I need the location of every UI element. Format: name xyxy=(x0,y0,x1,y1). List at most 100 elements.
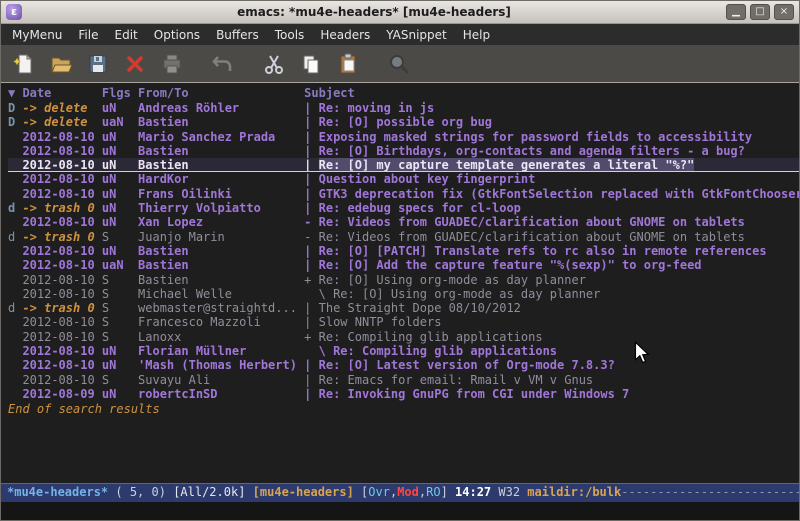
message-flags: uN xyxy=(102,101,138,115)
mark-action: -> trash 0 xyxy=(22,230,101,244)
new-file-button[interactable] xyxy=(9,49,39,79)
menu-tools[interactable]: Tools xyxy=(267,26,313,44)
modeline-segment: ----------------------------------------… xyxy=(621,485,799,499)
paste-button[interactable] xyxy=(333,49,363,79)
message-row[interactable]: 2012-08-10uNBastien| Re: [O] my capture … xyxy=(8,158,799,172)
mark-char: D xyxy=(8,101,22,115)
menu-yasnippet[interactable]: YASnippet xyxy=(378,26,455,44)
menu-help[interactable]: Help xyxy=(455,26,498,44)
cut-button[interactable] xyxy=(259,49,289,79)
mark-char xyxy=(8,273,22,287)
message-row[interactable]: d-> trash 0Swebmaster@straightd...| The … xyxy=(8,301,799,315)
message-subject: | Re: [O] Birthdays, org-contacts and ag… xyxy=(304,144,799,158)
message-flags: uN xyxy=(102,130,138,144)
message-flags: uN xyxy=(102,215,138,229)
message-from: Juanjo Marin xyxy=(138,230,304,244)
mark-char: d xyxy=(8,301,22,315)
message-row[interactable]: 2012-08-10uNFlorian Müllner \ Re: Compil… xyxy=(8,344,799,358)
message-from: HardKor xyxy=(138,172,304,186)
message-subject: | Re: [O] my capture template generates … xyxy=(304,158,799,171)
message-row[interactable]: 2012-08-10SFrancesco Mazzoli| Slow NNTP … xyxy=(8,315,799,329)
paste-icon xyxy=(336,52,360,76)
message-date: 2012-08-10 xyxy=(22,215,101,229)
message-row[interactable]: 2012-08-10SBastien+ Re: [O] Using org-mo… xyxy=(8,273,799,287)
message-row[interactable]: 2012-08-10uNXan Lopez- Re: Videos from G… xyxy=(8,215,799,229)
message-flags: uN xyxy=(102,387,138,401)
menu-options[interactable]: Options xyxy=(146,26,208,44)
close-buffer-button[interactable] xyxy=(120,49,150,79)
message-from: Bastien xyxy=(138,244,304,258)
copy-button[interactable] xyxy=(296,49,326,79)
message-row[interactable]: 2012-08-10uNBastien| Re: [O] [PATCH] Tra… xyxy=(8,244,799,258)
mark-char xyxy=(8,358,22,372)
message-row[interactable]: 2012-08-09uNrobertcInSD| Re: Invoking Gn… xyxy=(8,387,799,401)
message-row[interactable]: 2012-08-10uN'Mash (Thomas Herbert)| Re: … xyxy=(8,358,799,372)
message-flags: uN xyxy=(102,172,138,186)
mark-char xyxy=(8,244,22,258)
menu-mymenu[interactable]: MyMenu xyxy=(4,26,70,44)
message-subject: \ Re: [O] Using org-mode as day planner xyxy=(304,287,799,301)
column-header-from[interactable]: From/To xyxy=(138,85,304,101)
message-row[interactable]: 2012-08-10uNBastien| Re: [O] Birthdays, … xyxy=(8,144,799,158)
emacs-window: ε emacs: *mu4e-headers* [mu4e-headers] ▁… xyxy=(0,0,800,521)
message-row[interactable]: 2012-08-10SSuvayu Ali| Re: Emacs for ema… xyxy=(8,373,799,387)
message-row[interactable]: 2012-08-10uaNBastien| Re: [O] Add the ca… xyxy=(8,258,799,272)
menu-file[interactable]: File xyxy=(70,26,106,44)
modeline-segment: maildir:/bulk xyxy=(527,485,621,499)
mark-char: D xyxy=(8,115,22,129)
column-header-subject[interactable]: Subject xyxy=(304,85,355,101)
message-row[interactable]: D-> deleteuaNBastien| Re: [O] possible o… xyxy=(8,115,799,129)
close-button[interactable]: × xyxy=(774,4,794,20)
mark-char: d xyxy=(8,201,22,215)
message-date: 2012-08-10 xyxy=(22,273,101,287)
message-row[interactable]: 2012-08-10uNMario Sanchez Prada| Exposin… xyxy=(8,130,799,144)
message-flags: S xyxy=(102,273,138,287)
subject-highlight: Re: [O] my capture template generates a … xyxy=(319,158,695,171)
message-row[interactable]: 2012-08-10SMichael Welle \ Re: [O] Using… xyxy=(8,287,799,301)
message-from: Bastien xyxy=(138,273,304,287)
mark-char xyxy=(8,130,22,144)
message-subject: + Re: Compiling glib applications xyxy=(304,330,799,344)
message-from: robertcInSD xyxy=(138,387,304,401)
message-flags: uN xyxy=(102,344,138,358)
search-button[interactable] xyxy=(384,49,414,79)
mark-char xyxy=(8,187,22,201)
echo-area[interactable] xyxy=(1,502,799,520)
maximize-button[interactable]: □ xyxy=(750,4,770,20)
message-subject: | Slow NNTP folders xyxy=(304,315,799,329)
titlebar[interactable]: ε emacs: *mu4e-headers* [mu4e-headers] ▁… xyxy=(1,1,799,24)
column-header-flags[interactable]: Flgs xyxy=(102,85,138,101)
menubar: MyMenuFileEditOptionsBuffersToolsHeaders… xyxy=(1,24,799,45)
message-flags: S xyxy=(102,230,138,244)
column-header-date[interactable]: ▼ Date xyxy=(8,85,102,101)
modeline-segment: Mod xyxy=(397,485,419,499)
message-subject: | Re: [O] Latest version of Org-mode 7.8… xyxy=(304,358,799,372)
message-row[interactable]: 2012-08-10uNHardKor| Question about key … xyxy=(8,172,799,186)
mark-char xyxy=(8,158,22,171)
message-subject: | Re: [O] Add the capture feature "%(sex… xyxy=(304,258,799,272)
message-row[interactable]: d-> trash 0SJuanjo Marin- Re: Videos fro… xyxy=(8,230,799,244)
message-from: webmaster@straightd... xyxy=(138,301,304,315)
message-date: 2012-08-10 xyxy=(22,344,101,358)
message-subject: | Re: [O] [PATCH] Translate refs to rc a… xyxy=(304,244,799,258)
minimize-button[interactable]: ▁ xyxy=(726,4,746,20)
message-date: 2012-08-10 xyxy=(22,172,101,186)
message-row[interactable]: 2012-08-10uNFrans Oilinki| GTK3 deprecat… xyxy=(8,187,799,201)
save-buffer-button[interactable] xyxy=(83,49,113,79)
menu-edit[interactable]: Edit xyxy=(107,26,146,44)
message-from: Suvayu Ali xyxy=(138,373,304,387)
open-file-button[interactable] xyxy=(46,49,76,79)
menu-buffers[interactable]: Buffers xyxy=(208,26,267,44)
message-row[interactable]: d-> trash 0uNThierry Volpiatto| Re: edeb… xyxy=(8,201,799,215)
search-icon xyxy=(387,52,411,76)
menu-headers[interactable]: Headers xyxy=(312,26,378,44)
message-row[interactable]: 2012-08-10SLanoxx+ Re: Compiling glib ap… xyxy=(8,330,799,344)
print-buffer-button xyxy=(157,49,187,79)
message-row[interactable]: D-> deleteuNAndreas Röhler| Re: moving i… xyxy=(8,101,799,115)
mouse-cursor xyxy=(633,341,650,364)
message-flags: uN xyxy=(102,201,138,215)
print-icon xyxy=(160,52,184,76)
message-date: 2012-08-10 xyxy=(22,187,101,201)
window-title: emacs: *mu4e-headers* [mu4e-headers] xyxy=(27,5,721,19)
mark-char xyxy=(8,144,22,158)
